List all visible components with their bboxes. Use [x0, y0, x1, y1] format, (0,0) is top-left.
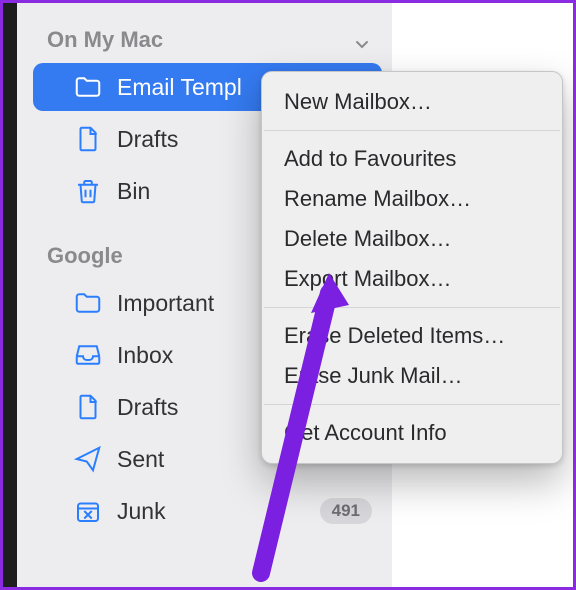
menu-erase-junk[interactable]: Erase Junk Mail… [262, 356, 562, 396]
menu-rename-mailbox[interactable]: Rename Mailbox… [262, 179, 562, 219]
folder-icon [73, 72, 103, 102]
trash-icon [73, 176, 103, 206]
junk-box-icon [73, 496, 103, 526]
document-icon [73, 392, 103, 422]
sidebar-item-label: Bin [117, 178, 150, 205]
menu-separator [264, 307, 560, 308]
document-icon [73, 124, 103, 154]
menu-erase-deleted[interactable]: Erase Deleted Items… [262, 316, 562, 356]
sidebar-item-label: Drafts [117, 126, 178, 153]
menu-export-mailbox[interactable]: Export Mailbox… [262, 259, 562, 299]
section-header[interactable]: On My Mac [17, 21, 392, 61]
folder-icon [73, 288, 103, 318]
section-title: On My Mac [47, 27, 163, 53]
sidebar-item-label: Email Templ [117, 74, 242, 101]
menu-add-favourites[interactable]: Add to Favourites [262, 139, 562, 179]
sidebar-item-label: Sent [117, 446, 164, 473]
window-edge [3, 3, 17, 587]
menu-separator [264, 404, 560, 405]
count-badge: 491 [320, 498, 372, 524]
section-title: Google [47, 243, 123, 269]
sidebar-item-label: Inbox [117, 342, 173, 369]
sidebar-item-label: Drafts [117, 394, 178, 421]
sidebar-item-label: Junk [117, 498, 166, 525]
menu-new-mailbox[interactable]: New Mailbox… [262, 82, 562, 122]
sidebar-item-junk[interactable]: Junk 491 [33, 487, 382, 535]
menu-get-account-info[interactable]: Get Account Info [262, 413, 562, 453]
inbox-tray-icon [73, 340, 103, 370]
chevron-down-icon [354, 32, 370, 48]
mailbox-context-menu: New Mailbox… Add to Favourites Rename Ma… [261, 71, 563, 464]
menu-separator [264, 130, 560, 131]
paperplane-icon [73, 444, 103, 474]
menu-delete-mailbox[interactable]: Delete Mailbox… [262, 219, 562, 259]
sidebar-item-label: Important [117, 290, 214, 317]
